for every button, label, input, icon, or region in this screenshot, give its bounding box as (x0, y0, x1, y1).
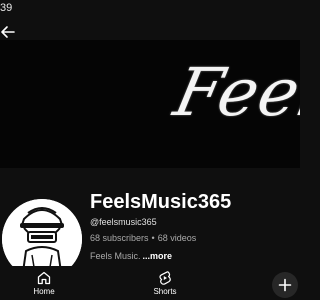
channel-banner: Feels (0, 40, 300, 168)
video-count: 68 videos (157, 233, 197, 243)
create-button[interactable] (272, 272, 298, 298)
channel-stats: 68 subscribers • 68 videos (90, 233, 196, 243)
nav-home[interactable]: Home (24, 270, 64, 298)
shorts-icon (159, 271, 171, 285)
nav-home-label: Home (33, 287, 55, 296)
nav-shorts-label: Shorts (153, 287, 177, 296)
subscriber-count: 68 subscribers (90, 233, 149, 243)
arrow-left-icon (1, 26, 15, 38)
channel-handle: @feelsmusic365 (90, 217, 157, 227)
status-bar-time: 39 (0, 2, 13, 14)
stats-separator: • (151, 233, 155, 243)
bottom-navigation: Home Shorts (0, 266, 300, 300)
back-button[interactable] (0, 24, 16, 40)
banner-text: Feels (167, 54, 300, 131)
more-link[interactable]: ...more (143, 251, 173, 261)
channel-description[interactable]: Feels Music. ...more (90, 251, 172, 261)
plus-icon (278, 278, 292, 292)
nav-shorts[interactable]: Shorts (145, 270, 185, 298)
description-text: Feels Music. (90, 251, 141, 261)
home-icon (37, 271, 51, 285)
channel-name: FeelsMusic365 (90, 191, 232, 213)
